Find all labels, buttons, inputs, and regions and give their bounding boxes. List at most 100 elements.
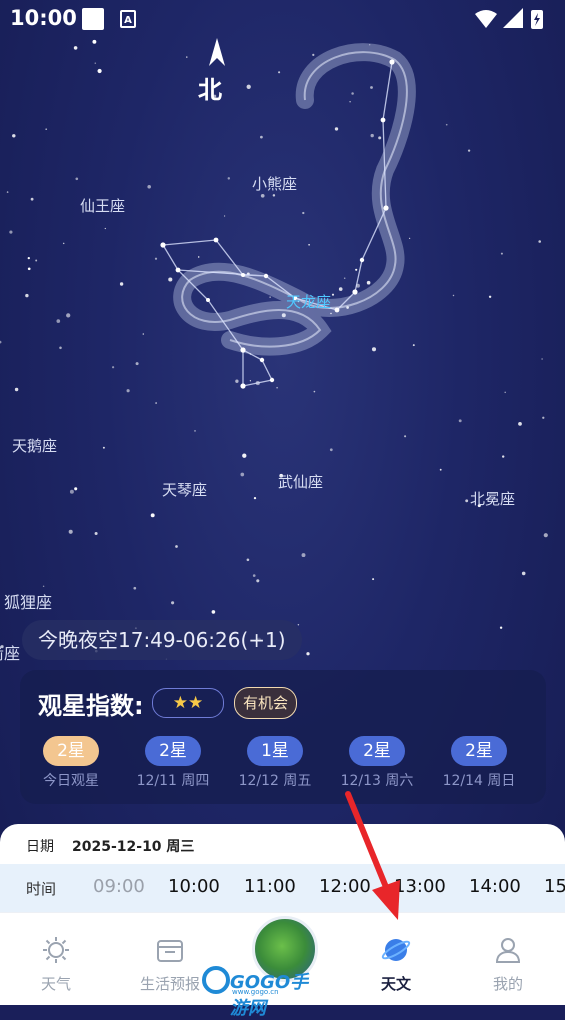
background-star [500,252,503,255]
constellation-label[interactable]: 箭座 [0,640,20,664]
background-star [6,191,9,193]
background-star [197,256,200,258]
background-star [249,380,252,382]
background-star [260,135,263,139]
constellation-label[interactable]: 狐狸座 [4,589,52,613]
time-slot[interactable]: 12:00 [319,876,371,897]
background-star [119,282,124,286]
watermark-logo-icon [202,966,230,994]
background-star [276,386,278,389]
day-rating: 2星 [43,736,99,766]
time-slot[interactable]: 15 [544,876,565,897]
background-star [499,626,503,629]
status-time: 10:00 [10,6,77,30]
background-star [73,46,78,50]
day-item[interactable]: 2星 12/14 周日 [428,736,530,790]
background-star [538,240,541,243]
signal-icon [503,8,523,28]
tab-life-forecast[interactable]: 生活预报 [130,935,210,994]
day-label: 今日观星 [43,773,99,789]
background-star [445,123,448,126]
time-slot[interactable]: 11:00 [244,876,296,897]
tab-label: 生活预报 [139,975,200,993]
background-star [543,533,548,538]
background-star [112,366,115,369]
background-star [542,416,545,419]
day-label: 12/13 周六 [340,773,414,789]
background-star [458,419,462,423]
background-star [306,652,310,656]
time-row[interactable]: 时间 09:00 10:00 11:00 12:00 13:00 14:00 1… [0,864,565,912]
background-star [355,268,358,271]
background-star [465,499,469,503]
background-star [370,86,373,89]
background-star [240,472,245,477]
background-star [92,39,97,44]
background-star [9,230,13,234]
north-arrow-icon [209,38,225,66]
status-bar: 10:00 A [0,0,565,38]
background-star [155,402,157,404]
constellation-label-highlighted[interactable]: 天龙座 [286,291,331,312]
background-star [439,468,442,471]
constellation-label[interactable]: 天琴座 [162,479,207,500]
stargazing-card: 观星指数: ★★ 有机会 2星 今日观星 2星 12/11 周四 1星 12/1… [20,670,546,804]
sun-icon [43,937,69,963]
background-star [154,257,158,260]
day-item[interactable]: 1星 12/12 周五 [224,736,326,790]
date-value: 2025-12-10 周三 [72,839,195,855]
time-slot[interactable]: 14:00 [469,876,521,897]
constellation-label[interactable]: 小熊座 [252,173,297,194]
background-star [371,347,377,352]
day-item[interactable]: 2星 今日观星 [20,736,122,790]
background-star [74,487,78,491]
tab-astronomy[interactable]: 天文 [356,935,436,994]
constellation-label[interactable]: 仙王座 [80,195,125,216]
background-star [302,211,305,215]
background-star [194,430,196,432]
background-star [68,529,73,534]
background-star [171,601,175,605]
background-star [272,194,276,197]
time-slot[interactable]: 09:00 [93,876,145,897]
constellation-label[interactable]: 武仙座 [278,471,323,492]
time-key: 时间 [26,880,57,898]
background-star [242,453,247,458]
background-star [256,579,260,583]
background-star [30,197,34,201]
day-label: 12/12 周五 [238,773,312,789]
tab-weather[interactable]: 天气 [16,935,96,994]
background-star [104,227,106,230]
day-item[interactable]: 2星 12/11 周四 [122,736,224,790]
constellation-label[interactable]: 北冕座 [470,488,515,509]
background-star [142,333,145,335]
background-star [147,185,151,189]
background-star [518,422,522,426]
compass-north-label: 北 [198,76,224,104]
background-star [408,237,411,240]
background-star [541,358,543,360]
background-star [135,362,139,366]
tab-mine[interactable]: 我的 [468,935,548,994]
background-star [343,277,346,279]
day-item[interactable]: 2星 12/13 周六 [326,736,428,790]
background-star [175,545,178,548]
day-rating: 2星 [145,736,201,766]
background-star [25,293,29,298]
time-slot[interactable]: 10:00 [168,876,220,897]
time-slot[interactable]: 13:00 [394,876,446,897]
keyboard-icon: A [120,10,136,28]
day-label: 12/11 周四 [136,773,210,789]
constellation-label[interactable]: 天鹅座 [12,435,57,456]
background-star [351,92,354,95]
background-star [246,558,250,562]
background-star [313,390,316,393]
background-star [62,242,65,245]
background-star [0,340,2,344]
background-star [308,243,310,246]
day-rating: 1星 [247,736,303,766]
background-star [75,177,79,181]
background-star [404,435,407,438]
background-star [45,128,48,131]
background-star [349,100,351,103]
